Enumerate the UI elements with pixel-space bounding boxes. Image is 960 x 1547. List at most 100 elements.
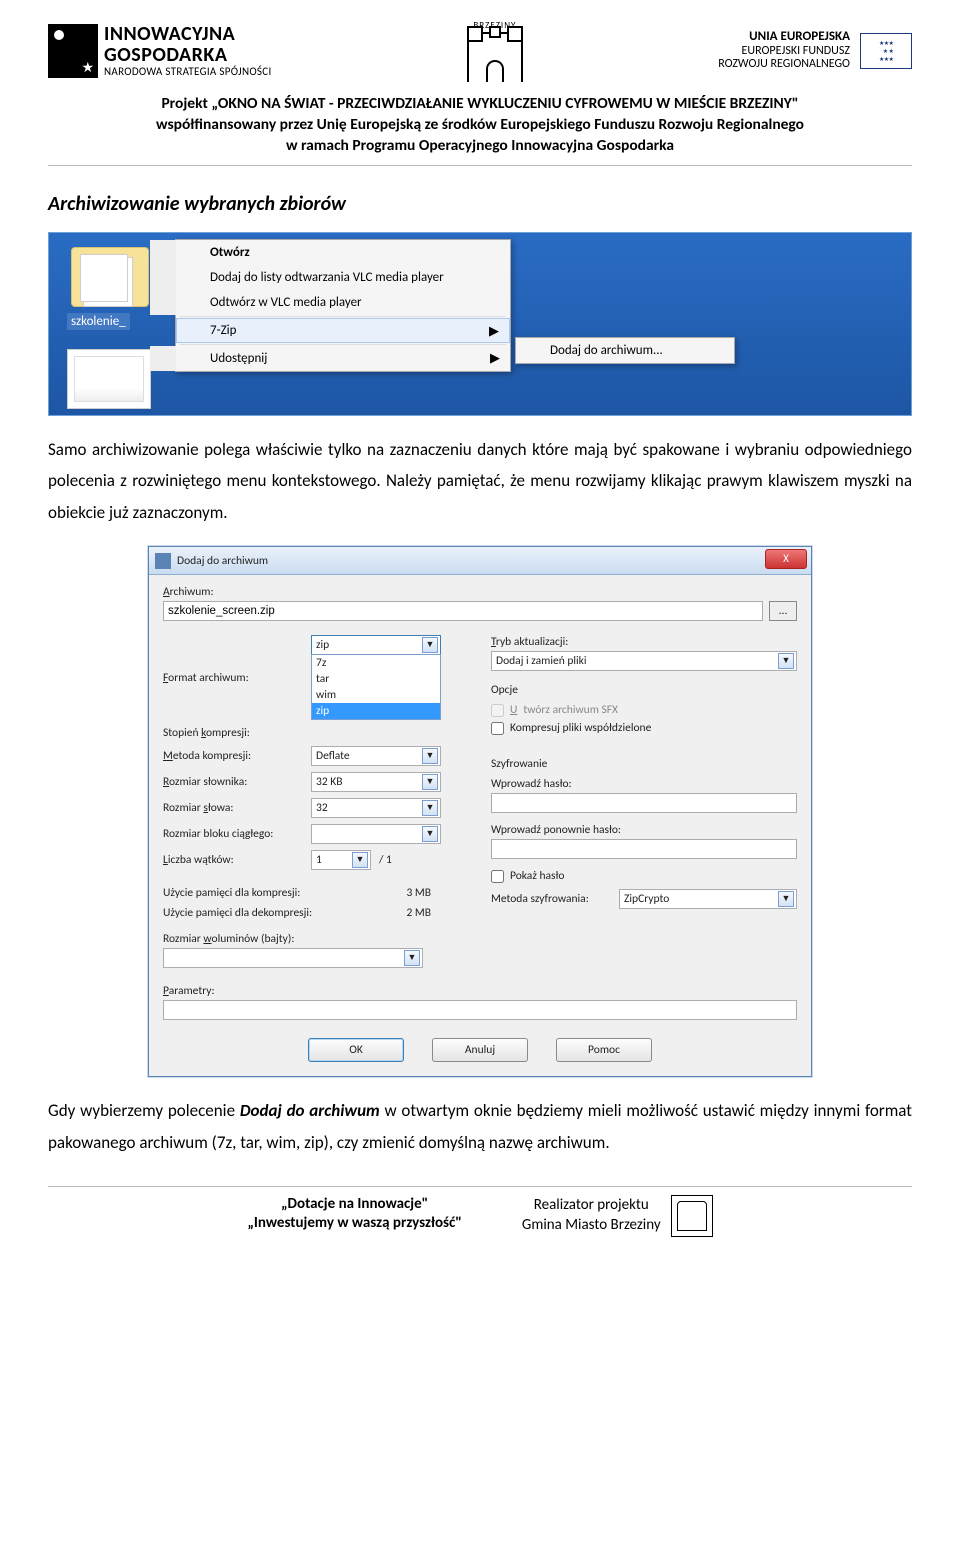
dropdown-icon: ▼ xyxy=(778,653,794,669)
page-footer: „Dotacje na Innowacje" „Inwestujemy w wa… xyxy=(48,1186,912,1237)
encmethod-value: ZipCrypto xyxy=(624,892,669,906)
word-select[interactable]: 32 ▼ xyxy=(311,798,441,818)
eu-line3: ROZWOJU REGIONALNEGO xyxy=(718,58,850,72)
format-select[interactable]: zip▼ xyxy=(311,635,441,655)
threads-select[interactable]: 1▼ xyxy=(311,850,371,870)
password-input[interactable] xyxy=(491,793,797,813)
submenu-arrow-icon: ▶ xyxy=(489,324,499,339)
encmethod-select[interactable]: ZipCrypto ▼ xyxy=(619,889,797,909)
context-submenu[interactable]: Dodaj do archiwum... xyxy=(515,337,735,364)
level-label: Stopień kompresji: xyxy=(163,726,303,740)
project-line3: w ramach Programu Operacyjnego Innowacyj… xyxy=(48,136,912,157)
dict-select[interactable]: 32 KB ▼ xyxy=(311,772,441,792)
encryption-group: Szyfrowanie xyxy=(491,757,797,771)
format-dropdown-list[interactable]: 7z tar wim zip xyxy=(311,654,441,720)
showpw-label: Pokaż hasło xyxy=(510,869,564,883)
dropdown-icon: ▼ xyxy=(422,800,438,816)
menu-share[interactable]: Udostępnij ▶ xyxy=(150,346,510,371)
project-line1: Projekt „OKNO NA ŚWIAT - PRZECIWDZIAŁANI… xyxy=(161,94,798,113)
params-label: Parametry: xyxy=(163,984,797,998)
menu-separator xyxy=(180,316,506,317)
dropdown-icon: ▼ xyxy=(778,891,794,907)
dropdown-icon: ▼ xyxy=(352,852,368,868)
ig-line3: NARODOWA STRATEGIA SPÓJNOŚCI xyxy=(104,66,272,78)
ok-button[interactable]: OK xyxy=(308,1038,404,1062)
footer-quote1: „Dotacje na Innowacje" xyxy=(247,1195,462,1215)
eu-line2: EUROPEJSKI FUNDUSZ xyxy=(718,45,850,59)
encmethod-label: Metoda szyfrowania: xyxy=(491,892,611,906)
dialog-title: Dodaj do archiwum xyxy=(177,554,268,568)
project-line2: współfinansowany przez Unię Europejską z… xyxy=(48,115,912,136)
password-repeat-input[interactable] xyxy=(491,839,797,859)
sfx-checkbox[interactable]: Utwórz archiwum SFX xyxy=(491,703,797,717)
dropdown-icon: ▼ xyxy=(422,826,438,842)
add-to-archive-dialog: Dodaj do archiwum X Archiwum: ... Format… xyxy=(148,546,812,1077)
project-description: Projekt „OKNO NA ŚWIAT - PRZECIWDZIAŁANI… xyxy=(48,94,912,157)
para2-part-a: Gdy wybierzemy polecenie xyxy=(48,1100,240,1121)
footer-realizator: Realizator projektu xyxy=(522,1196,661,1216)
document-thumbnail xyxy=(67,349,151,409)
castle-icon xyxy=(467,32,523,82)
footer-castle-icon xyxy=(671,1195,713,1237)
memc-label: Użycie pamięci dla kompresji: xyxy=(163,886,343,900)
menu-open[interactable]: Otwórz xyxy=(150,240,510,265)
footer-quote2: „Inwestujemy w waszą przyszłość" xyxy=(247,1214,462,1234)
cancel-button[interactable]: Anuluj xyxy=(432,1038,528,1062)
eu-logo: UNIA EUROPEJSKA EUROPEJSKI FUNDUSZ ROZWO… xyxy=(718,30,912,73)
shared-checkbox[interactable]: Kompresuj pliki współdzielone xyxy=(491,721,797,735)
word-value: 32 xyxy=(316,801,328,815)
volume-select[interactable]: ▼ xyxy=(163,948,423,968)
threads-label: Liczba wątków: xyxy=(163,853,303,867)
showpw-checkbox[interactable]: Pokaż hasło xyxy=(491,869,797,883)
block-select[interactable]: ▼ xyxy=(311,824,441,844)
header-logos: INNOWACYJNA GOSPODARKA NARODOWA STRATEGI… xyxy=(48,20,912,82)
folder-label: szkolenie_ xyxy=(67,313,130,330)
menu-7zip[interactable]: 7-Zip ▶ xyxy=(176,318,510,343)
dialog-titlebar[interactable]: Dodaj do archiwum X xyxy=(149,547,811,575)
update-label: Tryb aktualizacji: xyxy=(491,635,797,649)
memd-value: 2 MB xyxy=(351,906,431,920)
paragraph-1: Samo archiwizowanie polega właściwie tyl… xyxy=(48,434,912,528)
archive-label: Archiwum: xyxy=(163,585,797,599)
shared-label: Kompresuj pliki współdzielone xyxy=(510,721,651,735)
ig-mark-icon xyxy=(48,24,98,78)
eu-flag-icon: ★ ★ ★★ ★★ ★ ★ xyxy=(860,33,912,69)
menu-vlc-add[interactable]: Dodaj do listy odtwarzania VLC media pla… xyxy=(150,265,510,290)
footer-separator xyxy=(48,1186,912,1187)
memc-value: 3 MB xyxy=(351,886,431,900)
format-opt-tar[interactable]: tar xyxy=(312,671,440,687)
browse-button[interactable]: ... xyxy=(769,601,797,621)
format-opt-zip[interactable]: zip xyxy=(312,703,440,719)
ig-line1: INNOWACYJNA xyxy=(104,24,272,45)
menu-separator xyxy=(180,344,506,345)
method-select[interactable]: Deflate▼ xyxy=(311,746,441,766)
dropdown-icon: ▼ xyxy=(422,774,438,790)
format-value: zip xyxy=(316,638,329,652)
volume-label: Rozmiar woluminów (bajty): xyxy=(163,932,469,946)
dict-label: Rozmiar słownika: xyxy=(163,775,303,789)
format-opt-7z[interactable]: 7z xyxy=(312,655,440,671)
method-value: Deflate xyxy=(316,749,350,763)
menu-7zip-label: 7-Zip xyxy=(210,323,236,338)
options-group: Opcje xyxy=(491,683,797,697)
close-button[interactable]: X xyxy=(765,549,807,569)
pw2-label: Wprowadź ponownie hasło: xyxy=(491,823,797,837)
menu-share-label: Udostępnij xyxy=(210,351,267,366)
submenu-add-archive[interactable]: Dodaj do archiwum... xyxy=(516,338,734,363)
context-menu[interactable]: Otwórz Dodaj do listy odtwarzania VLC me… xyxy=(175,239,511,372)
pw1-label: Wprowadź hasło: xyxy=(491,777,797,791)
word-label: Rozmiar słowa: xyxy=(163,801,303,815)
block-label: Rozmiar bloku ciągłego: xyxy=(163,827,303,841)
dict-value: 32 KB xyxy=(316,775,343,789)
footer-gmina: Gmina Miasto Brzeziny xyxy=(522,1216,661,1236)
update-select[interactable]: Dodaj i zamień pliki▼ xyxy=(491,651,797,671)
params-input[interactable] xyxy=(163,1000,797,1020)
dropdown-icon: ▼ xyxy=(404,950,420,966)
submenu-arrow-icon: ▶ xyxy=(490,351,500,366)
help-button[interactable]: Pomoc xyxy=(556,1038,652,1062)
archive-name-input[interactable] xyxy=(163,601,763,621)
format-label: Format archiwum: xyxy=(163,671,303,685)
format-opt-wim[interactable]: wim xyxy=(312,687,440,703)
menu-vlc-play[interactable]: Odtwórz w VLC media player xyxy=(150,290,510,315)
threads-max: / 1 xyxy=(379,853,392,867)
